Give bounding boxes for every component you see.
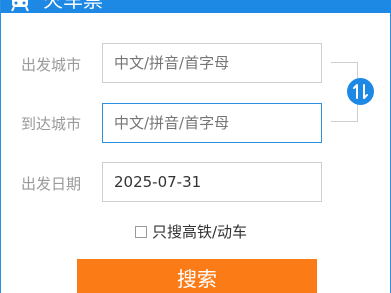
- departure-city-input[interactable]: [102, 43, 322, 83]
- widget-header: 火车票: [1, 0, 391, 13]
- widget-title: 火车票: [43, 0, 103, 12]
- high-speed-only-checkbox[interactable]: [135, 226, 147, 238]
- search-button[interactable]: 搜索: [77, 259, 317, 293]
- departure-label: 出发城市: [21, 56, 82, 74]
- swap-cities-button[interactable]: [347, 78, 374, 105]
- high-speed-only-label: 只搜高铁/动车: [152, 223, 248, 241]
- train-icon: [11, 0, 29, 12]
- high-speed-only-option[interactable]: 只搜高铁/动车: [135, 222, 247, 242]
- swap-arrows-icon: [353, 84, 368, 99]
- departure-date-field[interactable]: 2025-07-31: [102, 162, 322, 202]
- arrival-city-input[interactable]: [102, 103, 322, 143]
- arrival-label: 到达城市: [21, 115, 82, 133]
- date-label: 出发日期: [21, 175, 82, 193]
- train-ticket-widget: 火车票 出发城市 到达城市 出发日期 2025-07-31 只搜高铁/动车 搜索: [0, 0, 391, 293]
